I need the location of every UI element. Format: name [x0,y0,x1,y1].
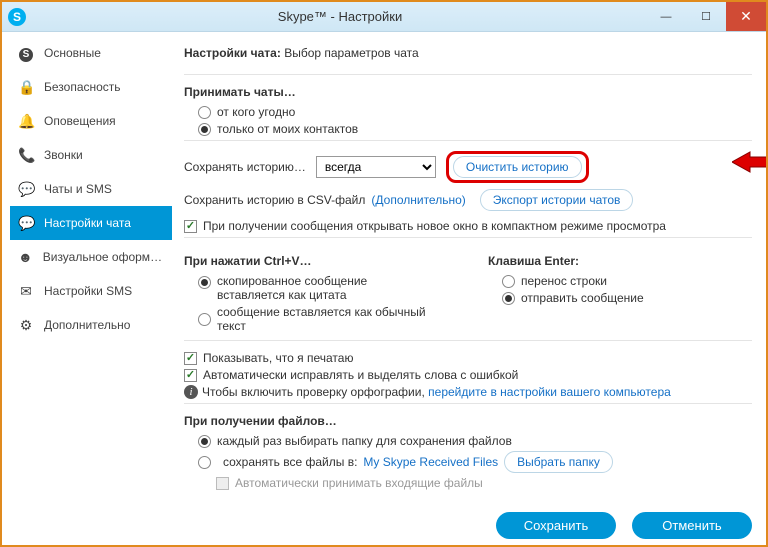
radio-anyone-label[interactable]: от кого угодно [217,105,295,119]
sidebar-item-label: Звонки [44,148,83,162]
sidebar-item-label: Безопасность [44,80,121,94]
sidebar-item-advanced[interactable]: ⚙ Дополнительно [10,308,172,342]
phone-icon: 📞 [18,147,34,164]
minimize-button[interactable]: — [646,2,686,31]
annotation-arrow-icon [732,150,766,174]
sidebar-item-chats-sms[interactable]: 💬 Чаты и SMS [10,172,172,206]
cancel-button[interactable]: Отменить [632,512,752,539]
radio-files-ask-label[interactable]: каждый раз выбирать папку для сохранения… [217,434,512,448]
sidebar-item-security[interactable]: 🔒 Безопасность [10,70,172,104]
csv-more-link[interactable]: (Дополнительно) [371,193,465,207]
files-folder-link[interactable]: My Skype Received Files [363,455,498,469]
autocorrect-label[interactable]: Автоматически исправлять и выделять слов… [203,368,518,382]
spellcheck-text: Чтобы включить проверку орфографии, [202,385,425,399]
radio-files-save[interactable] [198,456,211,469]
ctrlv-heading: При нажатии Ctrl+V… [184,254,448,268]
gear-icon: ⚙ [18,317,34,334]
compact-label[interactable]: При получении сообщения открывать новое … [203,219,666,233]
auto-accept-checkbox [216,477,229,490]
sidebar-item-label: Чаты и SMS [44,182,112,196]
radio-contacts[interactable] [198,123,211,136]
content-pane: Настройки чата: Выбор параметров чата Пр… [172,32,766,504]
csv-label: Сохранить историю в CSV-файл [184,193,365,207]
radio-paste-quote-label[interactable]: скопированное сообщение вставляется как … [217,274,437,302]
autocorrect-checkbox[interactable] [184,369,197,382]
sidebar-item-label: Настройки SMS [44,284,132,298]
sms-icon: ✉ [18,283,34,300]
sidebar-item-label: Дополнительно [44,318,130,332]
accept-heading: Принимать чаты… [184,85,752,99]
close-button[interactable]: ✕ [726,2,766,31]
bell-icon: 🔔 [18,113,34,130]
radio-paste-plain-label[interactable]: сообщение вставляется как обычный текст [217,305,448,333]
compact-checkbox[interactable] [184,220,197,233]
show-typing-label[interactable]: Показывать, что я печатаю [203,351,353,365]
skype-logo-icon: S [8,8,26,26]
sidebar-item-chat-settings[interactable]: 💬 Настройки чата [10,206,172,240]
chat-icon: 💬 [18,215,34,232]
sidebar-item-label: Настройки чата [44,216,131,230]
skype-icon: S [18,44,34,62]
window-buttons: — ☐ ✕ [646,2,766,31]
lock-icon: 🔒 [18,79,34,96]
save-button[interactable]: Сохранить [496,512,616,539]
choose-folder-button[interactable]: Выбрать папку [504,451,613,473]
sidebar-item-general[interactable]: S Основные [10,36,172,70]
show-typing-checkbox[interactable] [184,352,197,365]
maximize-button[interactable]: ☐ [686,2,726,31]
spellcheck-link[interactable]: перейдите в настройки вашего компьютера [428,385,671,399]
radio-paste-quote[interactable] [198,276,211,289]
radio-files-save-label[interactable]: сохранять все файлы в: [223,455,357,469]
radio-paste-plain[interactable] [198,313,211,326]
history-label: Сохранять историю… [184,160,306,174]
files-heading: При получении файлов… [184,414,752,428]
radio-files-ask[interactable] [198,435,211,448]
sidebar-item-notifications[interactable]: 🔔 Оповещения [10,104,172,138]
footer: Сохранить Отменить [496,512,752,539]
window-title: Skype™ - Настройки [34,9,646,24]
info-icon: i [184,385,198,399]
radio-enter-send[interactable] [502,292,515,305]
auto-accept-label: Автоматически принимать входящие файлы [235,476,483,490]
export-history-button[interactable]: Экспорт истории чатов [480,189,634,211]
annotation-highlight: Очистить историю [446,151,589,183]
radio-anyone[interactable] [198,106,211,119]
radio-enter-send-label[interactable]: отправить сообщение [521,291,644,305]
titlebar: S Skype™ - Настройки — ☐ ✕ [2,2,766,32]
sidebar-item-calls[interactable]: 📞 Звонки [10,138,172,172]
page-title: Настройки чата: Выбор параметров чата [184,40,752,70]
sidebar-item-label: Основные [44,46,101,60]
radio-enter-newline-label[interactable]: перенос строки [521,274,607,288]
chat-icon: 💬 [18,181,34,198]
radio-enter-newline[interactable] [502,275,515,288]
sidebar-item-label: Оповещения [44,114,116,128]
history-select[interactable]: всегда [316,156,436,178]
sidebar: S Основные 🔒 Безопасность 🔔 Оповещения 📞… [2,32,172,504]
radio-contacts-label[interactable]: только от моих контактов [217,122,358,136]
sidebar-item-visual[interactable]: ☻ Визуальное оформле… [10,240,172,274]
clear-history-button[interactable]: Очистить историю [453,156,582,178]
sidebar-item-label: Визуальное оформле… [43,250,164,264]
enter-heading: Клавиша Enter: [488,254,752,268]
sidebar-item-sms-settings[interactable]: ✉ Настройки SMS [10,274,172,308]
smile-icon: ☻ [18,249,33,265]
